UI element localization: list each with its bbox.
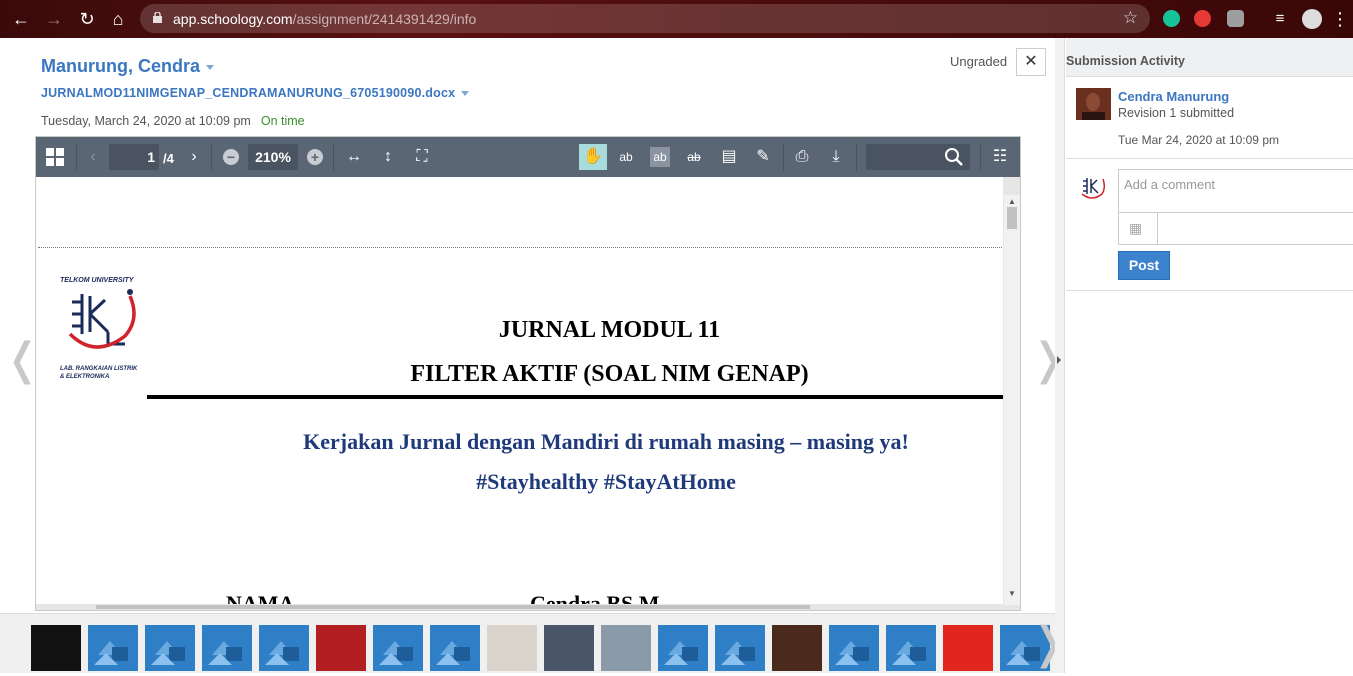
scroll-up-arrow-icon[interactable]: ▲ xyxy=(1008,197,1016,206)
stop-extension-icon[interactable] xyxy=(1194,10,1211,27)
download-icon[interactable]: ⤓ xyxy=(826,147,846,167)
document-title-rule xyxy=(147,395,1003,399)
submission-thumbnail-document[interactable] xyxy=(886,625,936,671)
student-name-dropdown[interactable]: Manurung, Cendra xyxy=(41,56,215,77)
document-title-line2: FILTER AKTIF (SOAL NIM GENAP) xyxy=(410,361,809,387)
hand-tool-icon[interactable]: ✋ xyxy=(583,147,603,167)
horizontal-scrollbar[interactable] xyxy=(96,605,810,609)
submission-thumbnail-document[interactable] xyxy=(373,625,423,671)
caret-down-icon xyxy=(206,64,215,70)
post-button[interactable]: Post xyxy=(1118,251,1170,280)
collapse-triangle-icon xyxy=(1057,356,1061,364)
activity-user-name[interactable]: Cendra Manurung xyxy=(1118,89,1229,104)
activity-divider xyxy=(1066,158,1353,159)
activity-revision: Revision 1 submitted xyxy=(1118,106,1235,120)
fullscreen-icon[interactable]: ⛶ xyxy=(412,147,432,167)
submission-thumbnail-document[interactable] xyxy=(715,625,765,671)
submission-thumbnail-document[interactable] xyxy=(829,625,879,671)
close-button[interactable]: ✕ xyxy=(1016,48,1046,76)
submission-thumbnail-photo[interactable] xyxy=(772,625,822,671)
document-title-line1: JURNAL MODUL 11 xyxy=(498,317,721,343)
comment-placeholder: Add a comment xyxy=(1124,177,1216,192)
comment-note-icon[interactable]: ▤ xyxy=(719,147,739,167)
submission-thumbnail-document[interactable] xyxy=(202,625,252,671)
on-time-status: On time xyxy=(260,114,305,128)
grammarly-extension-icon[interactable] xyxy=(1163,10,1180,27)
document-hashtags: #Stayhealthy #StayAtHome xyxy=(476,469,736,494)
reload-icon[interactable]: ↻ xyxy=(77,9,97,29)
activity-date: Tue Mar 24, 2020 at 10:09 pm xyxy=(1118,133,1279,147)
page-number-input[interactable]: 1 xyxy=(109,144,159,170)
file-name-dropdown[interactable]: JURNALMOD11NIMGENAP_CENDRAMANURUNG_67051… xyxy=(41,86,470,100)
page-total: /4 xyxy=(163,151,174,166)
draw-pen-icon[interactable]: ✎ xyxy=(753,147,773,167)
fit-height-icon[interactable]: ↕ xyxy=(378,147,398,167)
panel-collapse-handle[interactable] xyxy=(1055,38,1065,673)
avatar xyxy=(1076,88,1111,120)
scrollbar-thumb[interactable] xyxy=(1007,207,1017,229)
submission-thumbnail-document[interactable] xyxy=(430,625,480,671)
document-name-value: Cendra BS M xyxy=(530,591,660,604)
viewer-toolbar: ‹ 1 /4 › − 210% + ↔ ↕ ⛶ ✋ ab ab ab ▤ ✎ ⎙… xyxy=(36,137,1020,177)
annotations-panel-icon[interactable]: ☷ xyxy=(990,147,1010,167)
highlight-text-icon[interactable]: ab xyxy=(650,147,670,167)
submission-thumbnail-document[interactable] xyxy=(145,625,195,671)
document-instruction: Kerjakan Jurnal dengan Mandiri di rumah … xyxy=(303,429,909,454)
submission-thumbnail-document[interactable] xyxy=(88,625,138,671)
forward-arrow-icon[interactable]: → xyxy=(44,9,64,29)
document-name-label: NAMA xyxy=(226,591,295,604)
submission-viewer-area: Manurung, Cendra JURNALMOD11NIMGENAP_CEN… xyxy=(0,38,1067,673)
submission-thumbnail-document[interactable] xyxy=(658,625,708,671)
document-page: TELKOM UNIVERSITY LAB. RANGKAIAN LISTRIK… xyxy=(36,177,1003,604)
document-viewer: ‹ 1 /4 › − 210% + ↔ ↕ ⛶ ✋ ab ab ab ▤ ✎ ⎙… xyxy=(35,136,1021,611)
zoom-level-input[interactable]: 210% xyxy=(248,144,298,170)
browser-toolbar: ← → ↻ ⌂ app.schoology.com/assignment/241… xyxy=(0,0,1353,38)
chat-extension-icon[interactable] xyxy=(1227,10,1244,27)
grade-status: Ungraded xyxy=(950,54,1008,69)
panel-title: Submission Activity xyxy=(1066,54,1186,68)
profile-avatar-icon[interactable] xyxy=(1302,9,1322,29)
browser-menu-icon[interactable]: ⋮ xyxy=(1330,9,1350,29)
text-select-icon[interactable]: ab xyxy=(616,147,636,167)
vertical-scrollbar[interactable]: ▲ ▼ xyxy=(1004,195,1020,605)
search-icon[interactable] xyxy=(944,147,964,167)
bookmark-star-icon[interactable]: ☆ xyxy=(1123,8,1138,28)
strikeout-text-icon[interactable]: ab xyxy=(684,147,704,167)
attach-file-icon[interactable]: ▦ xyxy=(1129,220,1145,236)
previous-page-icon[interactable]: ‹ xyxy=(83,147,103,167)
fit-width-icon[interactable]: ↔ xyxy=(344,147,364,167)
thumbnails-grid-icon[interactable] xyxy=(45,147,65,167)
submission-thumbnail-photo[interactable] xyxy=(31,625,81,671)
address-bar[interactable]: app.schoology.com/assignment/2414391429/… xyxy=(140,4,1150,33)
comment-toolbar xyxy=(1118,213,1353,245)
svg-text:TELKOM UNIVERSITY: TELKOM UNIVERSITY xyxy=(60,277,135,284)
scroll-down-arrow-icon[interactable]: ▼ xyxy=(1008,589,1016,598)
submission-thumbnail-photo[interactable] xyxy=(943,625,993,671)
zoom-out-icon[interactable]: − xyxy=(223,149,239,165)
media-queue-icon[interactable]: ≡ xyxy=(1270,9,1290,29)
next-page-icon[interactable]: › xyxy=(184,147,204,167)
caret-down-icon xyxy=(461,91,470,97)
zoom-in-icon[interactable]: + xyxy=(307,149,323,165)
submission-thumbnail-photo[interactable] xyxy=(487,625,537,671)
submission-thumbnail-photo[interactable] xyxy=(601,625,651,671)
url-text: app.schoology.com/assignment/2414391429/… xyxy=(173,11,477,27)
submission-thumbnail-document[interactable] xyxy=(259,625,309,671)
submission-thumbnail-photo[interactable] xyxy=(316,625,366,671)
page-header-border xyxy=(38,247,1002,248)
submission-date: Tuesday, March 24, 2020 at 10:09 pm On ti… xyxy=(41,114,305,128)
back-arrow-icon[interactable]: ← xyxy=(11,9,31,29)
home-icon[interactable]: ⌂ xyxy=(108,9,128,29)
submissions-filmstrip: ❭ xyxy=(0,613,1067,673)
lock-icon xyxy=(153,12,162,23)
submission-thumbnail-photo[interactable] xyxy=(544,625,594,671)
commenter-logo-icon xyxy=(1078,170,1112,204)
print-icon[interactable]: ⎙ xyxy=(792,147,812,167)
